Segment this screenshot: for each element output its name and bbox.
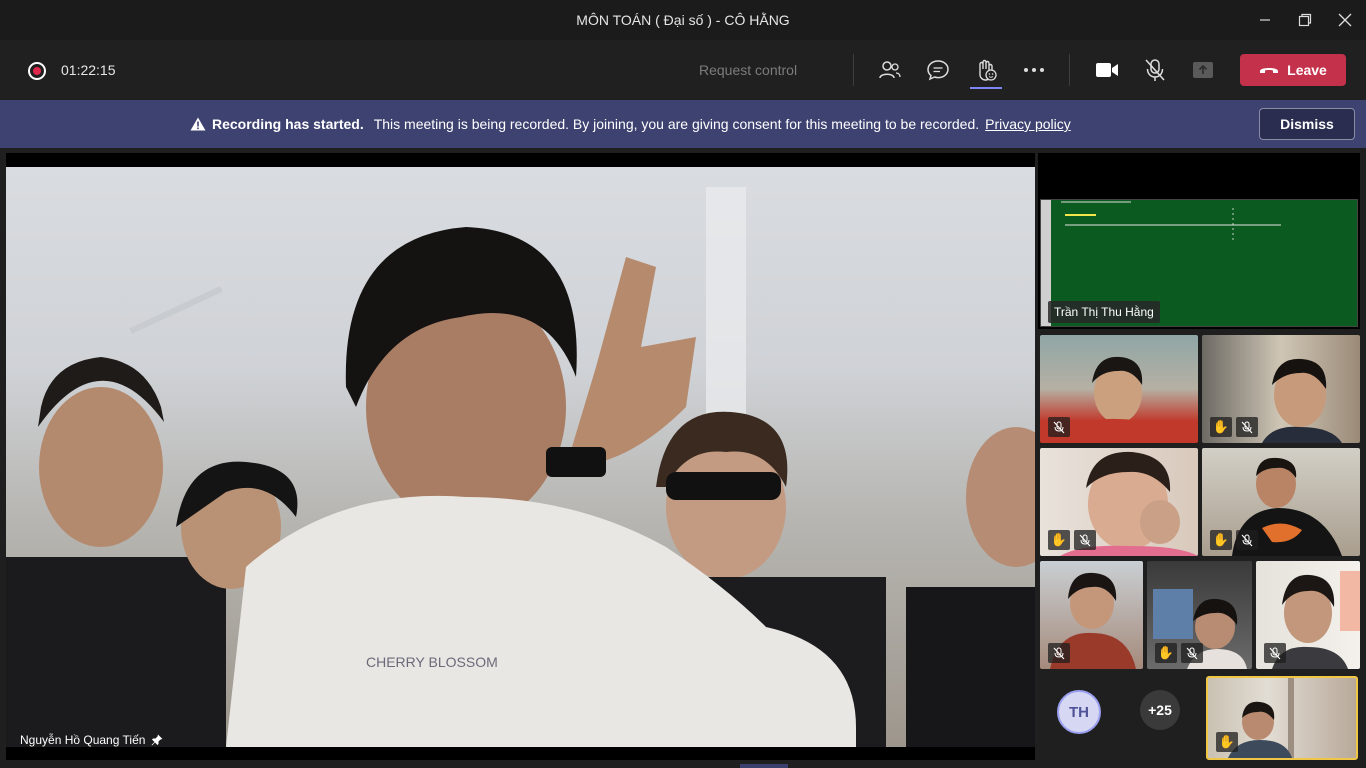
banner-body: This meeting is being recorded. By joini… [373, 116, 980, 132]
raised-hand-icon: ✋ [1210, 417, 1232, 437]
recording-banner: Recording has started. This meeting is b… [0, 100, 1366, 148]
raised-hand-icon: ✋ [1216, 732, 1238, 752]
title-bar: MÔN TOÁN ( Đại số ) - CÔ HẰNG [0, 0, 1366, 40]
reactions-icon[interactable] [972, 56, 1000, 84]
tile-badges: ✋ [1216, 732, 1238, 752]
tile-badges: ✋ [1210, 417, 1258, 437]
restore-icon[interactable] [1290, 8, 1320, 32]
tile-badges: ✋ [1210, 530, 1258, 550]
participant-tile[interactable] [1256, 561, 1360, 669]
tile-badges [1048, 417, 1070, 437]
raised-hand-icon: ✋ [1155, 643, 1177, 663]
raised-hand-icon: ✋ [1048, 530, 1070, 550]
warning-icon [190, 117, 206, 131]
participant-tile[interactable]: ✋ [1040, 448, 1198, 556]
more-participants-button[interactable]: +25 [1140, 690, 1180, 730]
participant-tile[interactable] [1040, 335, 1198, 443]
dismiss-button[interactable]: Dismiss [1259, 108, 1355, 140]
tile-badges: ✋ [1048, 530, 1096, 550]
tile-badges [1048, 643, 1070, 663]
hang-up-icon [1260, 68, 1279, 73]
pin-icon[interactable] [151, 734, 163, 746]
leave-button[interactable]: Leave [1240, 54, 1346, 86]
self-view-tile[interactable]: ✋ [1206, 676, 1358, 760]
mic-off-icon [1074, 530, 1096, 550]
avatar[interactable]: TH [1057, 690, 1101, 734]
mic-off-icon [1048, 643, 1070, 663]
mic-off-icon [1236, 530, 1258, 550]
minimize-icon[interactable] [1250, 8, 1280, 32]
mic-off-icon [1048, 417, 1070, 437]
participant-name: Nguyễn Hồ Quang Tiến [20, 733, 146, 747]
participant-video[interactable]: CHERRY BLOSSOM [6, 167, 1035, 747]
participant-tile[interactable]: ✋ [1202, 448, 1360, 556]
leave-label: Leave [1287, 62, 1327, 78]
video-frame: CHERRY BLOSSOM [6, 187, 1035, 747]
shared-screen-tile[interactable]: Trần Thị Thu Hằng [1038, 153, 1360, 329]
tile-badges [1264, 643, 1286, 663]
gallery-overflow-row: TH +25 ✋ [1038, 670, 1362, 762]
close-icon[interactable] [1330, 8, 1360, 32]
active-indicator [970, 87, 1002, 89]
participant-tile[interactable]: ✋ [1147, 561, 1252, 669]
svg-text:CHERRY BLOSSOM: CHERRY BLOSSOM [366, 654, 498, 670]
mic-off-icon [1264, 643, 1286, 663]
chat-icon[interactable] [924, 56, 952, 84]
participant-tile[interactable]: ✋ [1202, 335, 1360, 443]
raised-hand-icon: ✋ [1210, 530, 1232, 550]
privacy-policy-link[interactable]: Privacy policy [985, 116, 1071, 132]
divider [1069, 54, 1070, 86]
participant-name-tag: Nguyễn Hồ Quang Tiến [20, 733, 163, 747]
divider [853, 54, 854, 86]
request-control-button[interactable]: Request control [699, 62, 797, 78]
meeting-controls: 01:22:15 Request control Leave [0, 40, 1366, 100]
recording-icon [28, 62, 46, 80]
mic-off-icon[interactable] [1141, 56, 1169, 84]
mic-off-icon [1236, 417, 1258, 437]
banner-message: Recording has started. This meeting is b… [190, 116, 1071, 132]
camera-icon[interactable] [1093, 56, 1121, 84]
main-stage: CHERRY BLOSSOM Nguyễn Hồ Quang Tiến [6, 153, 1035, 760]
participant-gallery: Trần Thị Thu Hằng ✋ ✋ ✋ ✋ TH +25 ✋ [1038, 153, 1362, 768]
window-title: MÔN TOÁN ( Đại số ) - CÔ HẰNG [576, 12, 790, 28]
mic-off-icon [1181, 643, 1203, 663]
banner-title: Recording has started. [212, 116, 364, 132]
participant-tile[interactable] [1040, 561, 1143, 669]
more-icon[interactable] [1020, 56, 1048, 84]
shared-screen-name: Trần Thị Thu Hằng [1048, 301, 1160, 323]
taskbar-indicator [740, 764, 788, 768]
tile-badges: ✋ [1155, 643, 1203, 663]
share-tray-icon[interactable] [1189, 56, 1217, 84]
participants-icon[interactable] [876, 56, 904, 84]
recording-timer: 01:22:15 [61, 62, 116, 78]
